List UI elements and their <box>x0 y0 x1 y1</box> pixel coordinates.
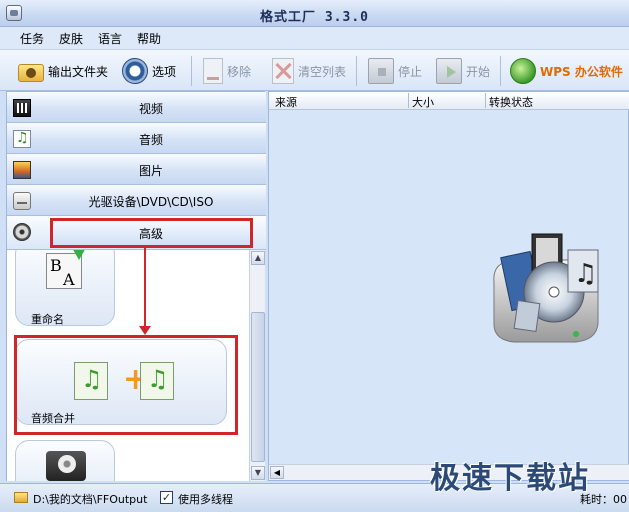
stop-button[interactable]: 停止 <box>368 55 422 87</box>
options-button[interactable]: 选项 <box>122 55 176 87</box>
category-audio-label: 音频 <box>138 133 163 147</box>
title-bar: 格式工厂 3.3.0 <box>0 0 629 27</box>
wps-label: WPS 办公软件 <box>540 64 623 79</box>
tool-list-scrollbar[interactable]: ▲ ▼ <box>249 250 265 481</box>
start-button[interactable]: 开始 <box>436 55 490 87</box>
wps-globe-icon <box>510 58 536 84</box>
multithread-checkbox[interactable]: ✓ <box>160 491 173 504</box>
clear-list-label: 清空列表 <box>298 64 347 79</box>
rename-tool[interactable]: BA 重命名 <box>15 250 115 326</box>
clear-x-icon <box>272 58 294 84</box>
format-factory-logo-icon: ♫ <box>493 233 599 343</box>
stop-label: 停止 <box>398 64 423 79</box>
annotation-arrowhead-icon <box>139 326 151 335</box>
play-icon <box>436 58 462 84</box>
scroll-left-arrow-icon[interactable]: ◀ <box>270 466 284 479</box>
remove-label: 移除 <box>227 64 252 79</box>
audio-file-icon <box>74 362 108 400</box>
toolbar-separator <box>191 56 192 86</box>
scroll-thumb[interactable] <box>251 312 265 462</box>
menu-bar: 任务 皮肤 语言 帮助 <box>0 27 629 49</box>
toolbar: 输出文件夹 选项 移除 清空列表 停止 开始 WPS 办公软件 <box>0 49 629 91</box>
clear-list-button[interactable]: 清空列表 <box>272 55 346 87</box>
window-title: 格式工厂 3.3.0 <box>260 10 369 25</box>
toolbar-separator <box>356 56 357 86</box>
category-disc[interactable]: 光驱设备\DVD\CD\ISO <box>7 185 266 216</box>
film-reel-icon <box>46 451 86 481</box>
output-folder-icon[interactable] <box>14 492 28 503</box>
options-gear-icon <box>122 58 148 84</box>
column-divider <box>408 93 409 108</box>
category-advanced[interactable]: 高级 <box>7 216 266 250</box>
svg-text:♫: ♫ <box>574 259 597 289</box>
task-list-panel: 来源 大小 转换状态 ♫ ◀ <box>268 91 629 481</box>
scroll-down-arrow-icon[interactable]: ▼ <box>251 466 265 480</box>
category-image[interactable]: 图片 <box>7 154 266 185</box>
annotation-arrow-line <box>144 248 146 328</box>
menu-skin[interactable]: 皮肤 <box>59 30 83 47</box>
menu-help[interactable]: 帮助 <box>137 30 161 47</box>
audio-merge-tool[interactable]: + 音频合并 <box>15 339 227 425</box>
multithread-label: 使用多线程 <box>178 493 233 506</box>
task-list-header: 来源 大小 转换状态 <box>269 92 629 110</box>
category-image-label: 图片 <box>138 164 163 178</box>
column-size[interactable]: 大小 <box>412 94 434 110</box>
options-label: 选项 <box>152 64 177 79</box>
category-sidebar: 视频 音频 图片 光驱设备\DVD\CD\ISO 高级 BA 重命名 + 音频合… <box>6 91 266 481</box>
category-audio[interactable]: 音频 <box>7 123 266 154</box>
column-source[interactable]: 来源 <box>275 94 297 110</box>
menu-language[interactable]: 语言 <box>98 30 122 47</box>
remove-document-icon <box>203 58 223 84</box>
output-folder-button[interactable]: 输出文件夹 <box>18 55 108 87</box>
audio-merge-tool-label: 音频合并 <box>31 412 75 425</box>
scroll-up-arrow-icon[interactable]: ▲ <box>251 251 265 265</box>
remove-button[interactable]: 移除 <box>203 55 251 87</box>
toolbar-separator <box>500 56 501 86</box>
category-advanced-label: 高级 <box>138 227 163 241</box>
stop-icon <box>368 58 394 84</box>
column-divider <box>485 93 486 108</box>
mux-tool[interactable] <box>15 440 115 481</box>
category-disc-label: 光驱设备\DVD\CD\ISO <box>88 195 214 209</box>
advanced-tool-list: BA 重命名 + 音频合并 <box>7 250 249 481</box>
site-watermark: 极速下载站 <box>430 461 590 496</box>
column-status[interactable]: 转换状态 <box>489 94 533 110</box>
audio-file-icon <box>140 362 174 400</box>
rename-arrow-icon <box>71 250 87 260</box>
wps-office-button[interactable]: WPS 办公软件 <box>510 55 623 87</box>
rename-tool-label: 重命名 <box>31 313 64 326</box>
output-path: D:\我的文档\FFOutput <box>33 493 148 506</box>
start-label: 开始 <box>466 64 491 79</box>
category-video-label: 视频 <box>138 102 163 116</box>
menu-task[interactable]: 任务 <box>20 30 44 47</box>
category-video[interactable]: 视频 <box>7 92 266 123</box>
output-folder-label: 输出文件夹 <box>48 64 109 79</box>
folder-camera-icon <box>18 64 44 82</box>
